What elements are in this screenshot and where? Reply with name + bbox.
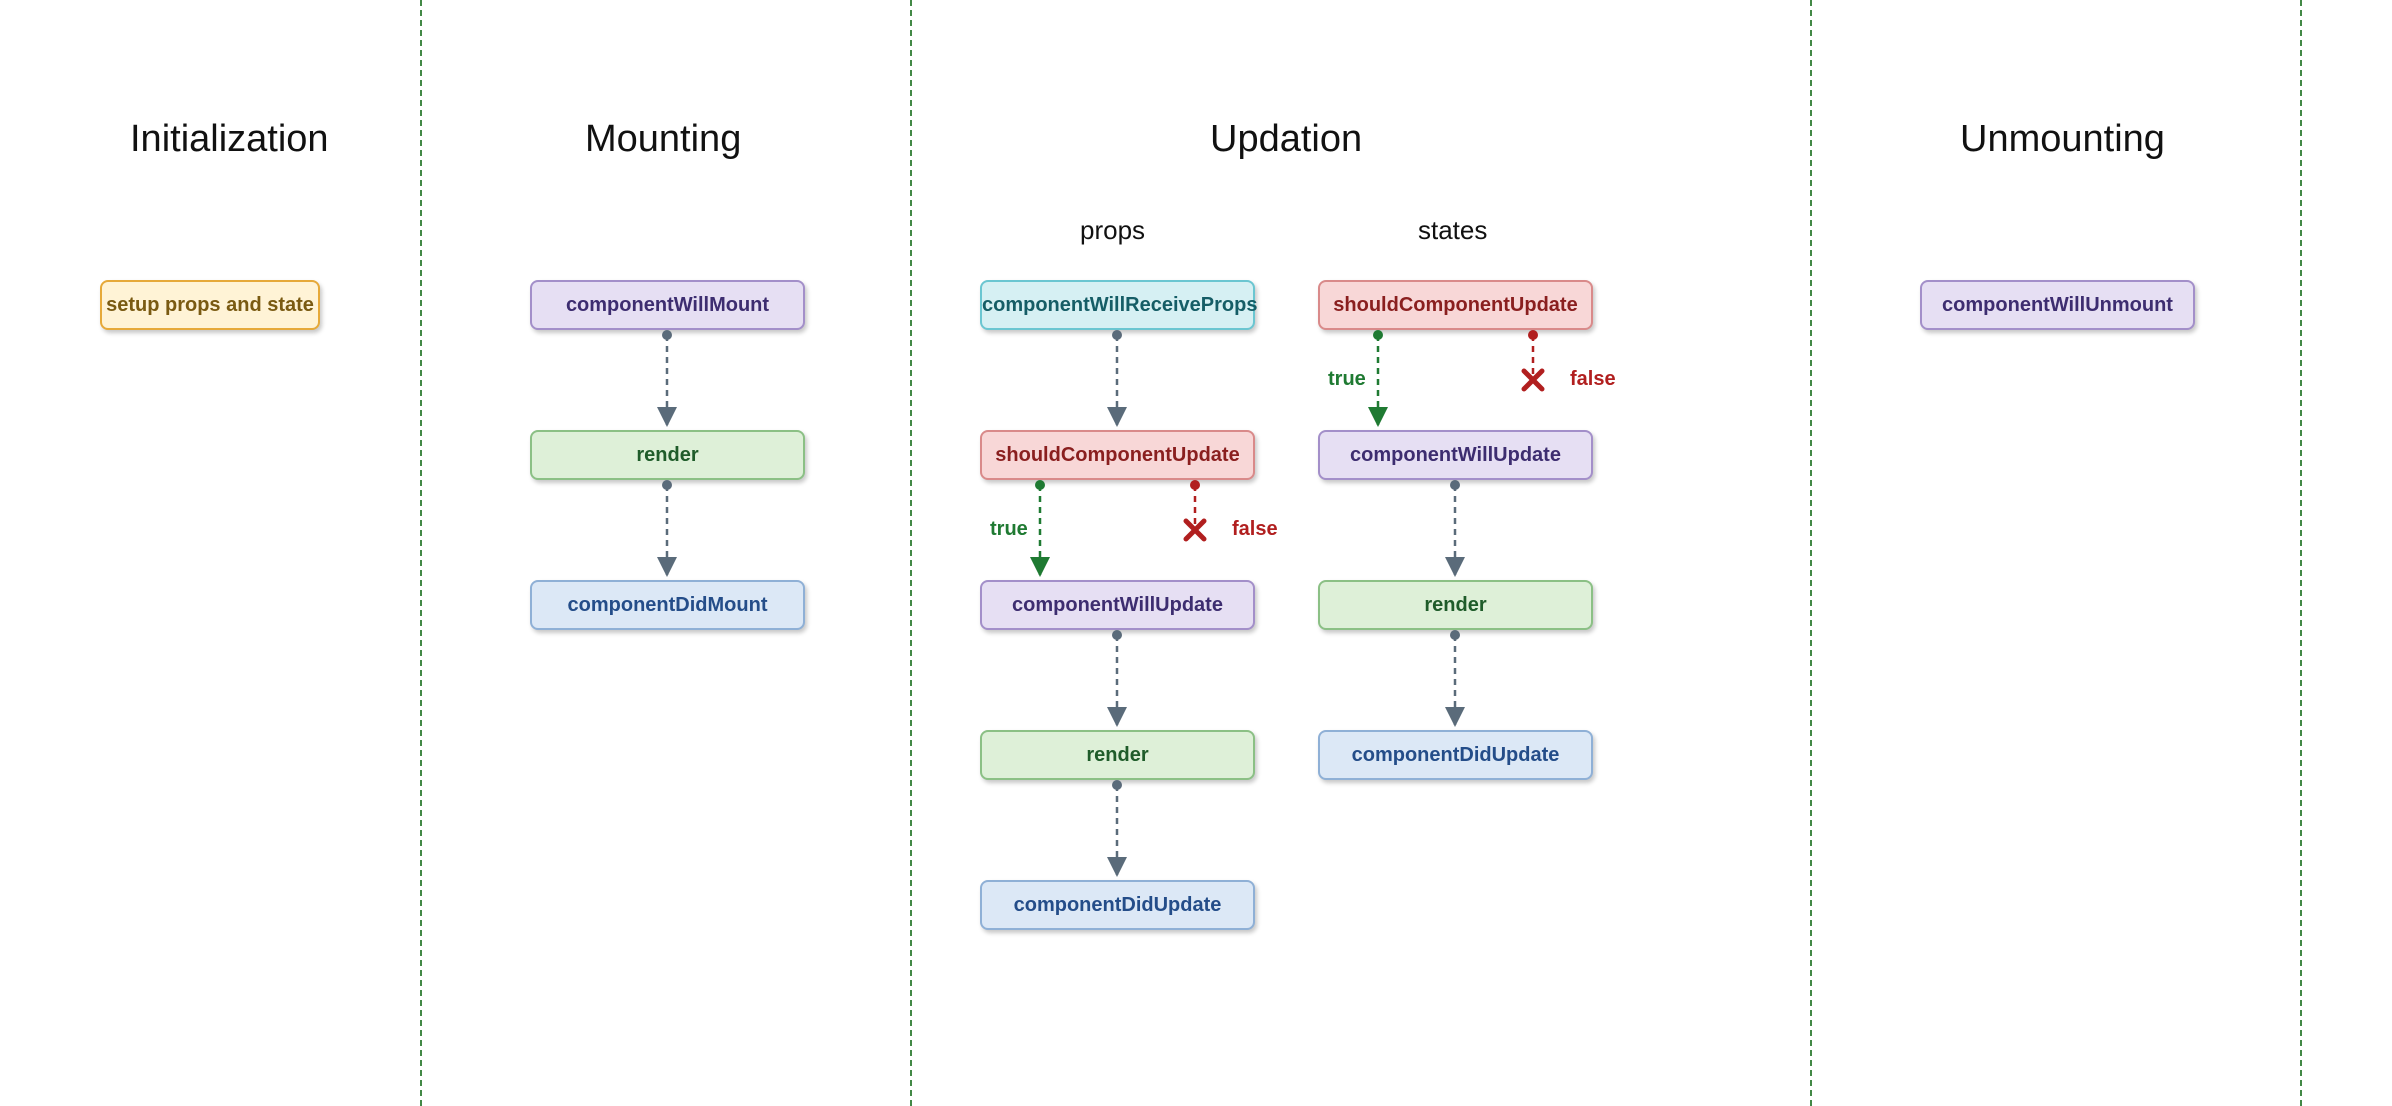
heading-updation: Updation	[1210, 118, 1362, 161]
node-props-render: render	[980, 730, 1255, 780]
heading-unmounting: Unmounting	[1960, 118, 2165, 161]
diagram-canvas: Initialization Mounting Updation Unmount…	[0, 0, 2392, 1106]
node-will-receive-props: componentWillReceiveProps	[980, 280, 1255, 330]
heading-mounting: Mounting	[585, 118, 741, 161]
node-will-unmount: componentWillUnmount	[1920, 280, 2195, 330]
divider-3	[1810, 0, 1812, 1106]
subheading-states: states	[1418, 215, 1487, 246]
node-props-did-update: componentDidUpdate	[980, 880, 1255, 930]
divider-1	[420, 0, 422, 1106]
heading-initialization: Initialization	[130, 118, 329, 161]
node-states-render: render	[1318, 580, 1593, 630]
edge-label-states-false: false	[1570, 368, 1616, 391]
edges-layer	[0, 0, 2392, 1106]
node-states-should-update: shouldComponentUpdate	[1318, 280, 1593, 330]
edge-label-states-true: true	[1328, 368, 1366, 391]
node-props-should-update: shouldComponentUpdate	[980, 430, 1255, 480]
node-component-will-mount: componentWillMount	[530, 280, 805, 330]
node-states-will-update: componentWillUpdate	[1318, 430, 1593, 480]
node-setup-props-state: setup props and state	[100, 280, 320, 330]
subheading-props: props	[1080, 215, 1145, 246]
node-mount-render: render	[530, 430, 805, 480]
divider-2	[910, 0, 912, 1106]
node-props-will-update: componentWillUpdate	[980, 580, 1255, 630]
edge-label-props-true: true	[990, 518, 1028, 541]
node-states-did-update: componentDidUpdate	[1318, 730, 1593, 780]
divider-4	[2300, 0, 2302, 1106]
node-component-did-mount: componentDidMount	[530, 580, 805, 630]
edge-label-props-false: false	[1232, 518, 1278, 541]
